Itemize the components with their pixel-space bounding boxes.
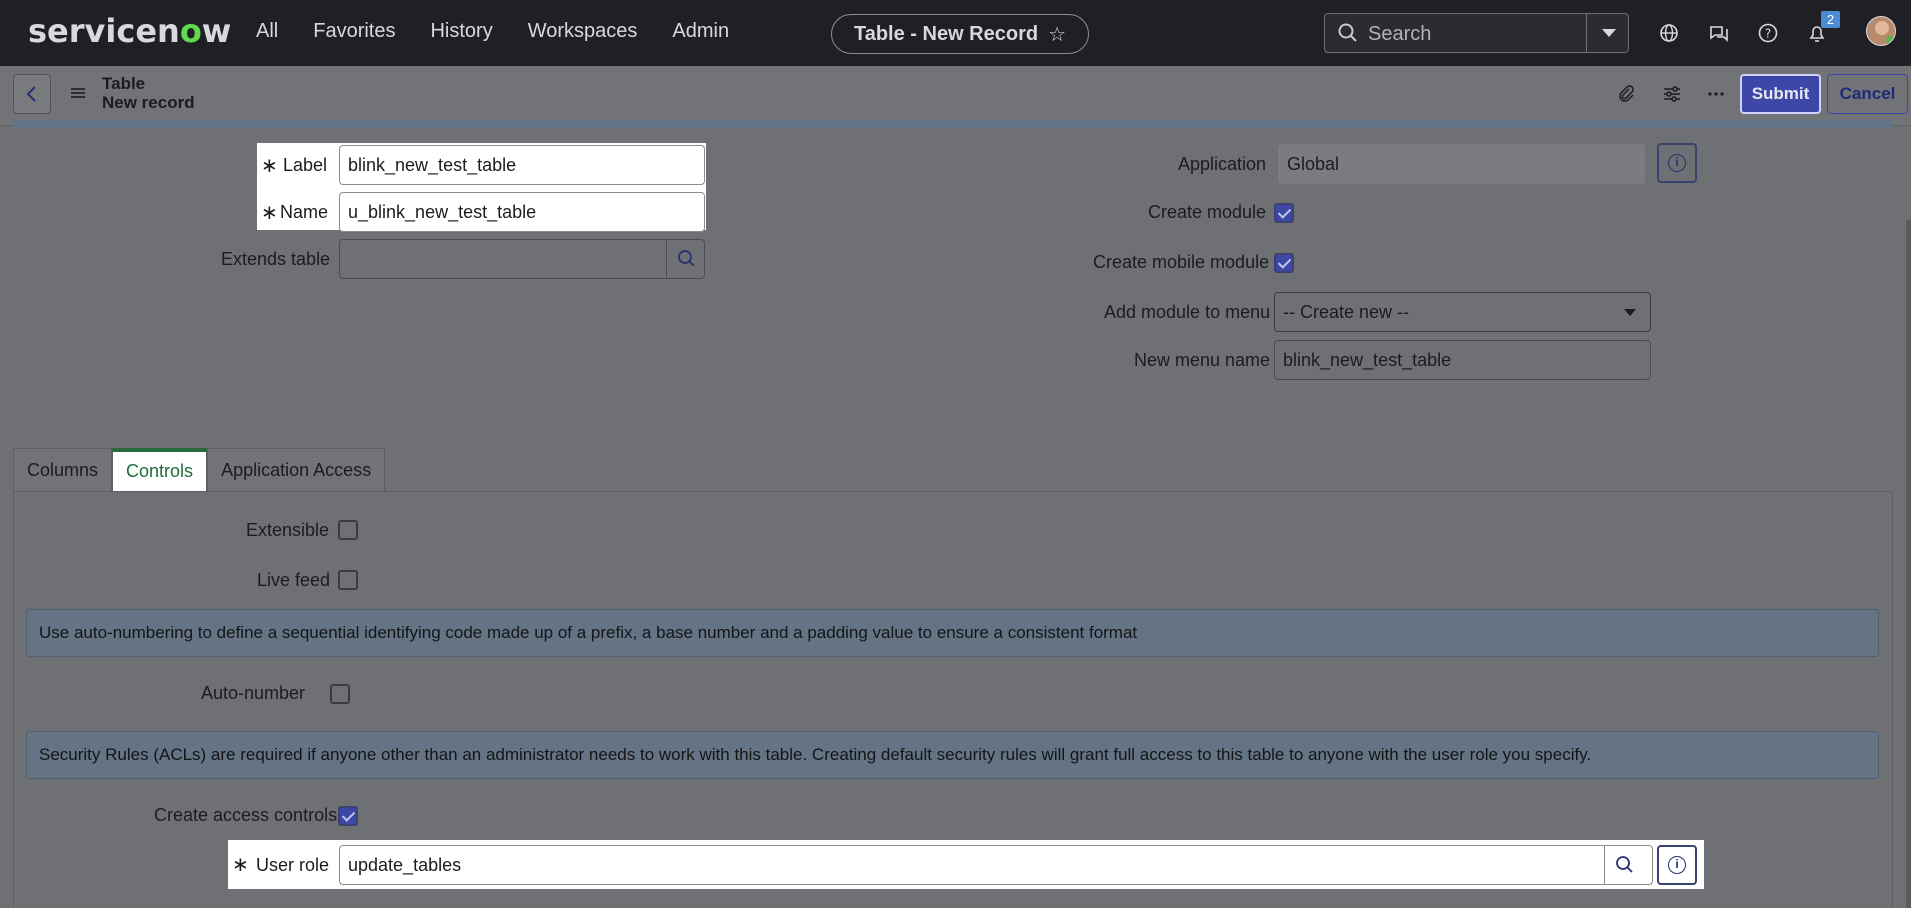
nav-workspaces[interactable]: Workspaces <box>528 20 638 43</box>
submit-button[interactable]: Submit <box>1740 74 1821 114</box>
user-role-label: User role <box>256 855 330 875</box>
nav-favorites[interactable]: Favorites <box>313 20 395 43</box>
user-role-info-button[interactable]: i <box>1657 845 1697 885</box>
new-menu-name-label: New menu name <box>1134 350 1271 370</box>
chat-icon[interactable] <box>1708 22 1730 44</box>
tab-controls[interactable]: Controls <box>112 448 208 492</box>
form-section-divider <box>13 120 1893 128</box>
record-subtitle: New record <box>102 93 195 112</box>
create-mobile-module-label: Create mobile module <box>1093 252 1270 272</box>
extends-table-lookup-button[interactable] <box>666 239 706 279</box>
avatar[interactable] <box>1866 16 1896 46</box>
record-type: Table <box>102 74 146 93</box>
application-info-button[interactable]: i <box>1657 143 1697 183</box>
auto-number-info-message: Use auto-numbering to define a sequentia… <box>26 609 1879 657</box>
back-button[interactable] <box>13 74 51 114</box>
application-field: Global <box>1278 144 1645 184</box>
extensible-label: Extensible <box>246 520 330 540</box>
live-feed-checkbox[interactable] <box>338 570 358 590</box>
search-placeholder: Search <box>1368 23 1432 45</box>
required-icon: ∗ <box>261 155 278 177</box>
menu-icon[interactable] <box>70 86 86 100</box>
cancel-button[interactable]: Cancel <box>1827 74 1908 114</box>
label-field-label: Label <box>283 155 328 175</box>
tab-application-access[interactable]: Application Access <box>207 448 386 492</box>
name-field[interactable]: u_blink_new_test_table <box>339 192 705 232</box>
new-menu-name-field[interactable]: blink_new_test_table <box>1274 340 1651 380</box>
attachment-icon[interactable] <box>1616 84 1636 104</box>
chevron-left-icon <box>26 86 36 102</box>
security-info-message: Security Rules (ACLs) are required if an… <box>26 731 1879 779</box>
more-options-icon[interactable] <box>1706 84 1726 104</box>
globe-icon[interactable] <box>1658 22 1680 44</box>
search-icon <box>1616 856 1633 873</box>
presence-indicator <box>1886 36 1895 45</box>
context-title: Table - New Record <box>853 22 1039 45</box>
search-icon <box>1338 23 1357 42</box>
tab-columns[interactable]: Columns <box>13 448 113 492</box>
star-icon[interactable]: ☆ <box>1048 22 1066 47</box>
info-icon: i <box>1668 856 1686 874</box>
extends-table-field[interactable] <box>339 239 705 279</box>
nav-history[interactable]: History <box>430 20 492 43</box>
scrollbar[interactable] <box>1906 220 1911 908</box>
help-icon[interactable]: ? <box>1757 22 1779 44</box>
nav-links: All Favorites History Workspaces Admin <box>256 20 764 43</box>
info-icon: i <box>1668 154 1686 172</box>
servicenow-logo[interactable]: servicenow <box>28 12 231 50</box>
top-navigation: servicenow All Favorites History Workspa… <box>0 0 1911 66</box>
name-field-label: Name <box>280 202 329 222</box>
required-icon: ∗ <box>232 854 249 876</box>
create-module-label: Create module <box>1148 202 1267 222</box>
nav-all[interactable]: All <box>256 20 278 43</box>
extends-table-label: Extends table <box>221 249 331 269</box>
add-module-select[interactable]: -- Create new -- <box>1274 292 1651 332</box>
search-dropdown-button[interactable] <box>1586 14 1628 52</box>
context-title-pill[interactable]: Table - New Record ☆ <box>831 14 1089 54</box>
user-role-field[interactable]: update_tables <box>339 845 1653 885</box>
form-header: Table New record Submit Cancel <box>0 66 1911 126</box>
create-access-controls-label: Create access controls <box>154 805 338 825</box>
user-role-lookup-button[interactable] <box>1604 845 1644 885</box>
label-field[interactable]: blink_new_test_table <box>339 145 705 185</box>
nav-admin[interactable]: Admin <box>672 20 729 43</box>
create-mobile-module-checkbox[interactable] <box>1274 253 1294 273</box>
extensible-checkbox[interactable] <box>338 520 358 540</box>
settings-sliders-icon[interactable] <box>1662 84 1682 104</box>
application-label: Application <box>1178 154 1267 174</box>
auto-number-label: Auto-number <box>201 683 306 703</box>
highlighted-user-role-row: ∗ User role update_tables i <box>228 840 1704 889</box>
add-module-label: Add module to menu <box>1104 302 1271 322</box>
live-feed-label: Live feed <box>257 570 331 590</box>
svg-text:?: ? <box>1765 27 1771 41</box>
auto-number-checkbox[interactable] <box>330 684 350 704</box>
create-module-checkbox[interactable] <box>1274 203 1294 223</box>
form-tabs: Columns Controls Application Access <box>13 448 386 492</box>
create-access-controls-checkbox[interactable] <box>338 806 358 826</box>
global-search[interactable]: Search <box>1324 13 1629 53</box>
highlighted-required-fields: ∗ Label blink_new_test_table ∗ Name u_bl… <box>257 143 706 232</box>
required-icon: ∗ <box>261 202 278 224</box>
search-icon <box>678 250 695 267</box>
notification-badge: 2 <box>1821 11 1840 28</box>
